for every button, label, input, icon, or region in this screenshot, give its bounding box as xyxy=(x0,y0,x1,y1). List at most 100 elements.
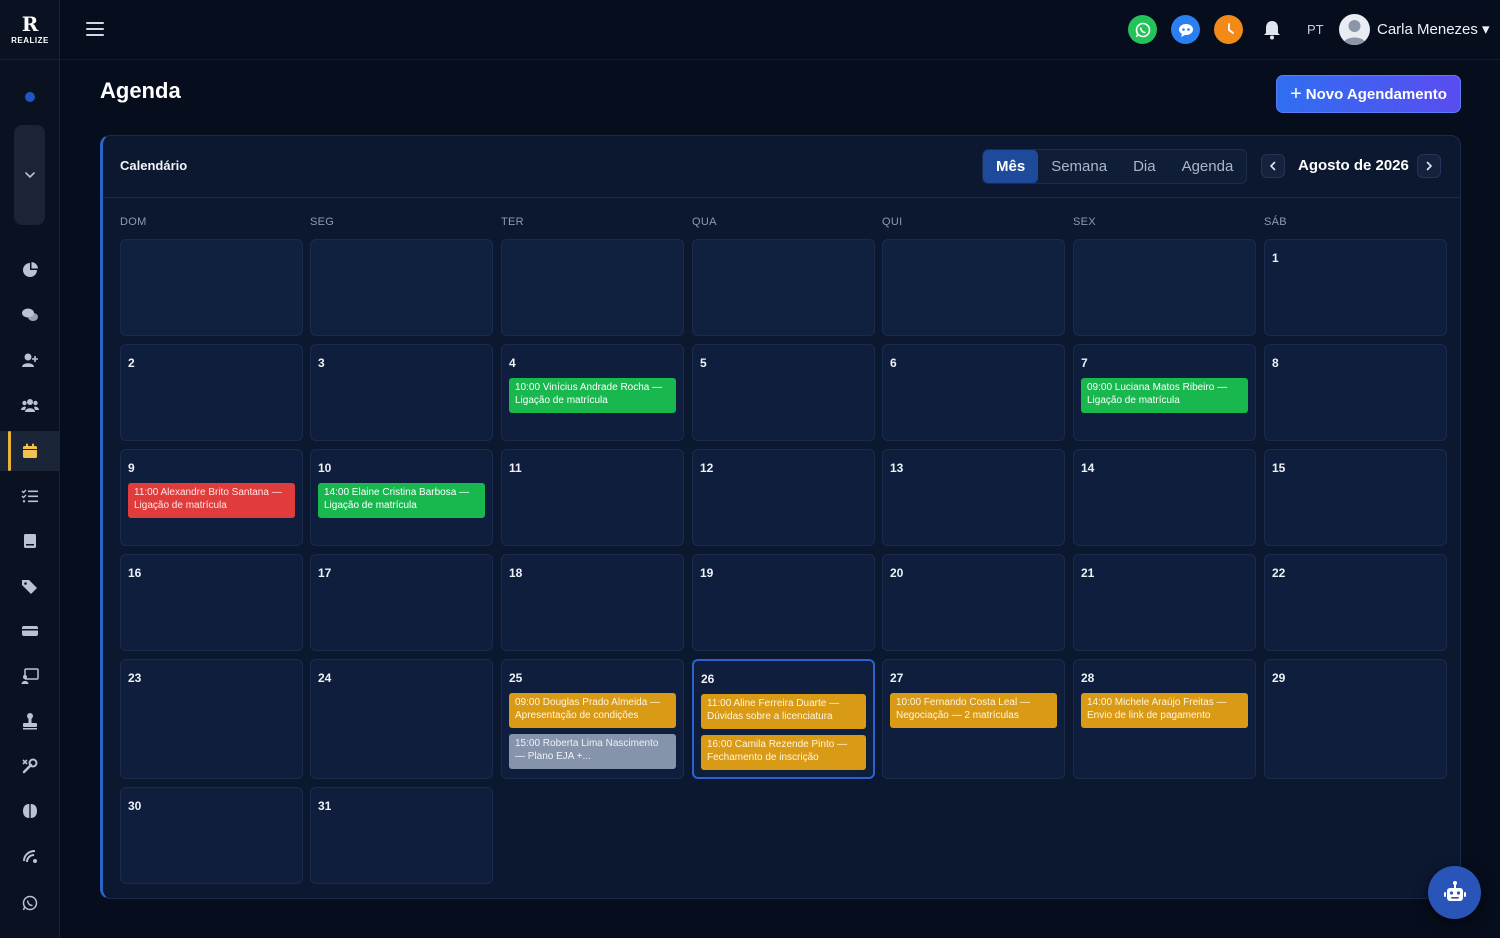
day-cell[interactable]: 3 xyxy=(310,344,493,441)
day-cell[interactable]: 9 11:00 Alexandre Brito Santana — Ligação… xyxy=(120,449,303,546)
logo[interactable]: R REALIZE xyxy=(0,0,60,60)
day-cell[interactable]: 25 09:00 Douglas Prado Almeida — Apresent… xyxy=(501,659,684,779)
sidebar-item-classes[interactable] xyxy=(0,656,60,696)
sidebar-collapse-button[interactable] xyxy=(14,125,45,225)
avatar[interactable] xyxy=(1339,14,1370,45)
calendar-event[interactable]: 11:00 Aline Ferreira Duarte — Dúvidas so… xyxy=(701,694,866,729)
day-number: 31 xyxy=(318,799,332,813)
day-cell[interactable]: 28 14:00 Michele Araújo Freitas — Envio d… xyxy=(1073,659,1256,779)
clock-icon xyxy=(1227,22,1234,34)
calendar-event[interactable]: 09:00 Douglas Prado Almeida — Apresentaç… xyxy=(509,693,676,728)
next-month-button[interactable] xyxy=(1417,154,1441,178)
calendar-header: Calendário Mês Semana Dia Agenda Agosto de … xyxy=(103,136,1460,198)
sidebar-item-dashboard[interactable] xyxy=(0,250,60,290)
day-number: 3 xyxy=(318,356,325,370)
day-cell[interactable]: 12 xyxy=(692,449,875,546)
weekday-header: SÁB xyxy=(1264,216,1287,228)
tab-view-0[interactable]: Mês xyxy=(983,150,1039,183)
day-cell[interactable]: 27 10:00 Fernando Costa Leal — Negociação… xyxy=(882,659,1065,779)
sidebar-item-tasks[interactable] xyxy=(0,476,60,516)
day-cell[interactable]: 8 xyxy=(1264,344,1447,441)
sidebar-item-tags[interactable] xyxy=(0,566,60,606)
new-appointment-button[interactable]: + Novo Agendamento xyxy=(1276,75,1461,113)
users-icon xyxy=(21,399,39,412)
bell-icon[interactable] xyxy=(1261,19,1283,41)
empty-day-cell[interactable] xyxy=(882,239,1065,336)
chatbot-button[interactable] xyxy=(1171,15,1200,44)
day-cell[interactable]: 7 09:00 Luciana Matos Ribeiro — Ligação d… xyxy=(1073,344,1256,441)
day-cell[interactable]: 19 xyxy=(692,554,875,651)
day-cell[interactable]: 11 xyxy=(501,449,684,546)
calendar-event[interactable]: 14:00 Elaine Cristina Barbosa — Ligação … xyxy=(318,483,485,518)
day-number: 23 xyxy=(128,671,142,685)
sidebar-item-cards[interactable] xyxy=(0,611,60,651)
day-cell[interactable]: 2 xyxy=(120,344,303,441)
day-cell[interactable]: 14 xyxy=(1073,449,1256,546)
day-cell[interactable]: 30 xyxy=(120,787,303,884)
weekday-header: QUA xyxy=(692,216,717,228)
day-cell[interactable]: 29 xyxy=(1264,659,1447,779)
tab-view-1[interactable]: Semana xyxy=(1038,150,1120,183)
tab-view-2[interactable]: Dia xyxy=(1120,150,1169,183)
sidebar-item-settings[interactable] xyxy=(0,746,60,786)
language-selector[interactable]: PT xyxy=(1307,22,1324,37)
status-dot xyxy=(25,92,35,102)
day-cell[interactable]: 15 xyxy=(1264,449,1447,546)
whatsapp-button[interactable] xyxy=(1128,15,1157,44)
book-icon xyxy=(24,534,36,548)
calendar-event[interactable]: 10:00 Vinícius Andrade Rocha — Ligação d… xyxy=(509,378,676,413)
day-cell[interactable]: 6 xyxy=(882,344,1065,441)
tab-view-3[interactable]: Agenda xyxy=(1169,150,1247,183)
plus-icon: + xyxy=(1290,83,1302,105)
day-cell[interactable]: 18 xyxy=(501,554,684,651)
user-menu[interactable]: Carla Menezes ▾ xyxy=(1377,20,1490,38)
sidebar-item-agenda[interactable] xyxy=(0,431,60,471)
day-cell[interactable]: 21 xyxy=(1073,554,1256,651)
empty-day-cell[interactable] xyxy=(120,239,303,336)
sidebar-item-support[interactable] xyxy=(0,836,60,876)
card-icon xyxy=(22,626,38,636)
calendar-event[interactable]: 15:00 Roberta Lima Nascimento — Plano EJ… xyxy=(509,734,676,769)
calendar-event[interactable]: 14:00 Michele Araújo Freitas — Envio de … xyxy=(1081,693,1248,728)
day-number: 26 xyxy=(701,672,715,686)
day-cell[interactable]: 31 xyxy=(310,787,493,884)
day-number: 21 xyxy=(1081,566,1095,580)
day-cell[interactable]: 1 xyxy=(1264,239,1447,336)
sidebar-item-ai[interactable] xyxy=(0,791,60,831)
day-cell[interactable]: 26 11:00 Aline Ferreira Duarte — Dúvidas … xyxy=(692,659,875,779)
day-cell[interactable]: 20 xyxy=(882,554,1065,651)
day-number: 4 xyxy=(509,356,516,370)
sidebar-item-chat[interactable] xyxy=(0,295,60,335)
calendar-event[interactable]: 11:00 Alexandre Brito Santana — Ligação … xyxy=(128,483,295,518)
previous-month-button[interactable] xyxy=(1261,154,1285,178)
empty-day-cell[interactable] xyxy=(310,239,493,336)
day-cell[interactable]: 24 xyxy=(310,659,493,779)
sidebar-item-whatsapp[interactable] xyxy=(0,883,60,923)
assistant-button[interactable] xyxy=(1428,866,1481,919)
day-cell[interactable]: 22 xyxy=(1264,554,1447,651)
calendar-event[interactable]: 09:00 Luciana Matos Ribeiro — Ligação de… xyxy=(1081,378,1248,413)
calendar-event[interactable]: 16:00 Camila Rezende Pinto — Fechamento … xyxy=(701,735,866,770)
day-cell[interactable]: 16 xyxy=(120,554,303,651)
sidebar-item-stamp[interactable] xyxy=(0,701,60,741)
whatsapp-icon xyxy=(22,895,38,911)
day-cell[interactable]: 13 xyxy=(882,449,1065,546)
day-number: 11 xyxy=(509,461,522,475)
sidebar-item-book[interactable] xyxy=(0,521,60,561)
sidebar: R REALIZE xyxy=(0,0,60,938)
day-cell[interactable]: 5 xyxy=(692,344,875,441)
empty-day-cell[interactable] xyxy=(1073,239,1256,336)
day-cell[interactable]: 23 xyxy=(120,659,303,779)
calendar-event[interactable]: 10:00 Fernando Costa Leal — Negociação —… xyxy=(890,693,1057,728)
menu-icon[interactable] xyxy=(85,19,105,39)
day-cell[interactable]: 10 14:00 Elaine Cristina Barbosa — Ligaçã… xyxy=(310,449,493,546)
empty-day-cell[interactable] xyxy=(501,239,684,336)
day-cell[interactable]: 4 10:00 Vinícius Andrade Rocha — Ligação … xyxy=(501,344,684,441)
sidebar-item-add-user[interactable] xyxy=(0,340,60,380)
empty-day-cell[interactable] xyxy=(692,239,875,336)
day-cell[interactable]: 17 xyxy=(310,554,493,651)
clock-button[interactable] xyxy=(1214,15,1243,44)
day-number: 24 xyxy=(318,671,332,685)
whatsapp-icon xyxy=(1135,22,1150,37)
sidebar-item-users[interactable] xyxy=(0,385,60,425)
